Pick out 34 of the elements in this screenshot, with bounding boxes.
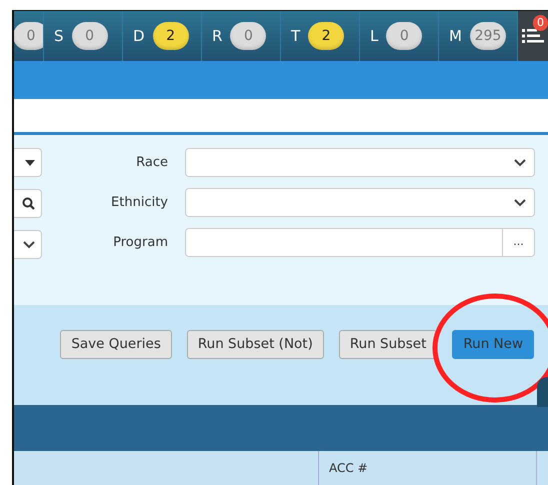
count-badge: 0 (230, 22, 266, 50)
select-field[interactable] (14, 230, 42, 259)
count-badge: 0 (14, 22, 43, 50)
status-tab[interactable]: R 0 (202, 11, 281, 61)
count-badge: 0 (386, 22, 422, 50)
status-tab[interactable]: L 0 (360, 11, 439, 61)
action-button[interactable]: Run New (452, 330, 534, 359)
action-button[interactable]: Run Subset (338, 330, 438, 359)
browse-button[interactable]: ... (502, 229, 534, 256)
count-badge: 0 (72, 22, 108, 50)
status-tab[interactable]: S 0 (44, 11, 123, 61)
count-badge: 295 (470, 22, 506, 50)
action-button[interactable]: Run Subset (Not) (186, 330, 324, 359)
status-tab[interactable]: D 2 (123, 11, 202, 61)
column-header: ACC # (319, 451, 537, 485)
count-badge: 2 (152, 22, 189, 50)
dropdown-field[interactable] (14, 148, 42, 177)
notification-badge: 0 (533, 15, 548, 31)
field-label: Race (135, 154, 169, 172)
chevron-icon (514, 198, 526, 206)
select-field[interactable] (185, 148, 535, 177)
search-icon (22, 197, 35, 210)
field-label: Program (112, 234, 169, 252)
status-tab[interactable]: T 2 (281, 11, 360, 61)
chevron-icon (514, 158, 526, 166)
list-icon[interactable] (522, 28, 544, 44)
search-field[interactable] (14, 189, 42, 218)
action-button[interactable]: Save Queries (60, 330, 172, 359)
caret-icon (25, 160, 35, 166)
select-field[interactable] (185, 188, 535, 217)
count-badge: 2 (308, 22, 344, 50)
text-field[interactable]: ... (185, 228, 535, 257)
chevron-icon (23, 240, 35, 248)
field-label: Ethnicity (110, 194, 169, 212)
